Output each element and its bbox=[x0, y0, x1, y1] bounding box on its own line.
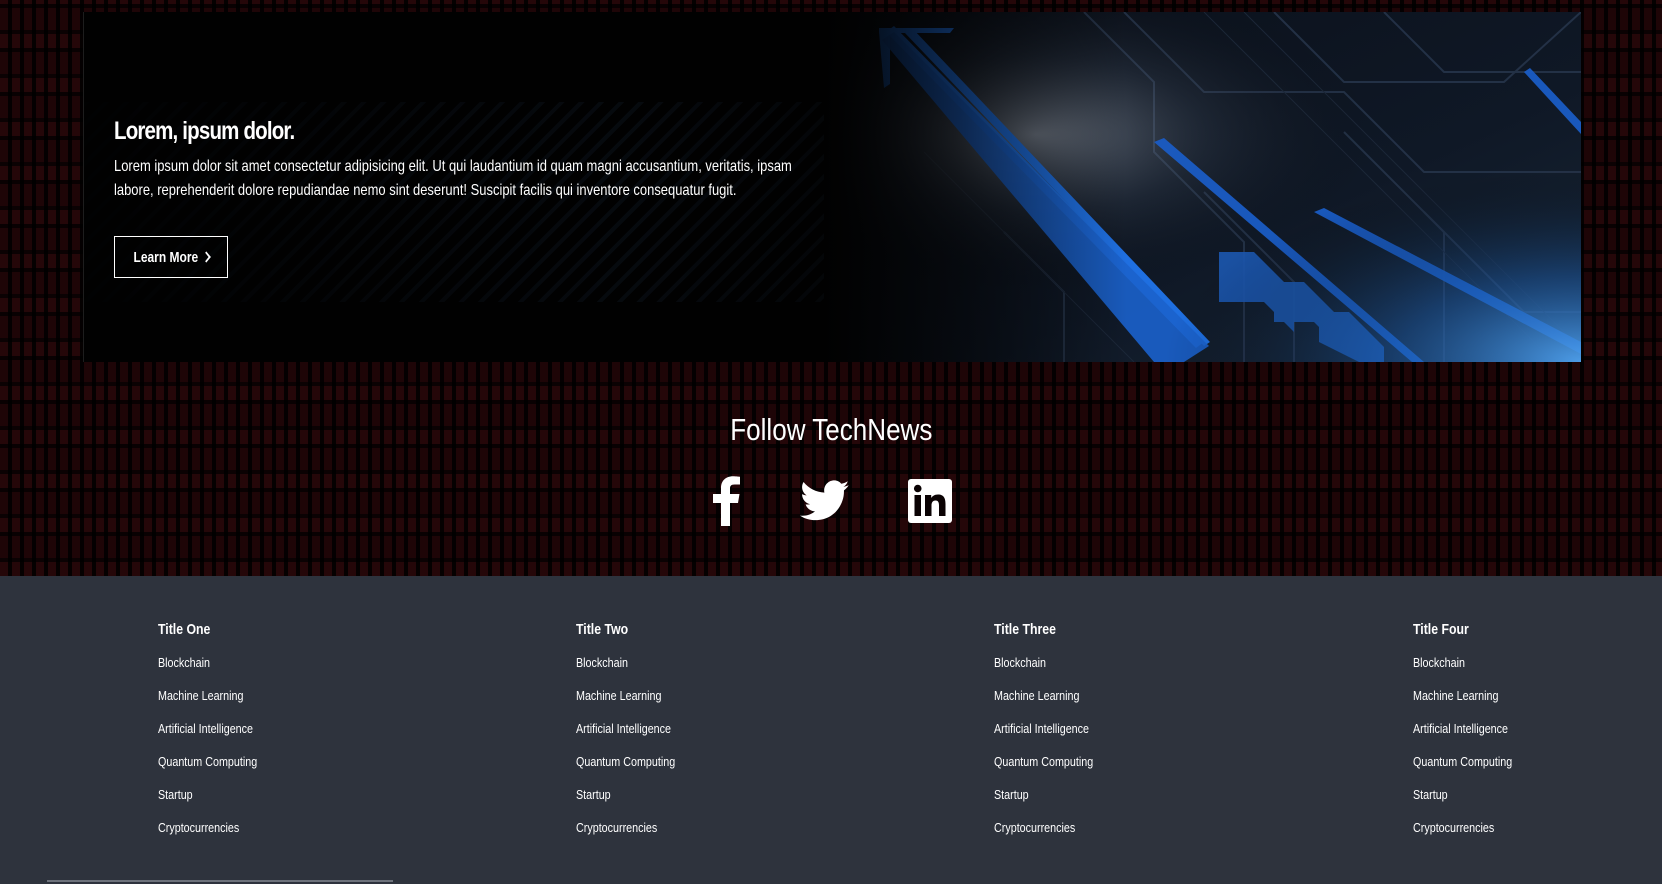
footer-link-artificial-intelligence[interactable]: Artificial Intelligence bbox=[994, 720, 1089, 738]
hero-description: Lorem ipsum dolor sit amet consectetur a… bbox=[114, 158, 792, 199]
footer-column-title: Title Four bbox=[1413, 621, 1469, 638]
footer-column-title: Title One bbox=[158, 621, 211, 638]
footer: Title One Blockchain Machine Learning Ar… bbox=[0, 576, 1662, 884]
footer-column-2: Title Two Blockchain Machine Learning Ar… bbox=[576, 620, 691, 852]
footer-link-artificial-intelligence[interactable]: Artificial Intelligence bbox=[576, 720, 671, 738]
facebook-icon[interactable] bbox=[712, 476, 740, 531]
footer-link-blockchain[interactable]: Blockchain bbox=[158, 654, 210, 672]
chevron-right-icon bbox=[201, 251, 211, 263]
hero-circuit-arrow-illustration bbox=[824, 12, 1581, 362]
footer-link-cryptocurrencies[interactable]: Cryptocurrencies bbox=[994, 819, 1075, 837]
footer-link-cryptocurrencies[interactable]: Cryptocurrencies bbox=[576, 819, 657, 837]
footer-link-blockchain[interactable]: Blockchain bbox=[1413, 654, 1465, 672]
footer-link-cryptocurrencies[interactable]: Cryptocurrencies bbox=[158, 819, 239, 837]
footer-link-blockchain[interactable]: Blockchain bbox=[576, 654, 628, 672]
footer-column-4: Title Four Blockchain Machine Learning A… bbox=[1413, 620, 1528, 852]
footer-link-artificial-intelligence[interactable]: Artificial Intelligence bbox=[158, 720, 253, 738]
follow-section: Follow TechNews bbox=[0, 410, 1662, 450]
follow-title: Follow TechNews bbox=[729, 412, 933, 447]
footer-link-machine-learning[interactable]: Machine Learning bbox=[994, 687, 1079, 705]
footer-link-artificial-intelligence[interactable]: Artificial Intelligence bbox=[1413, 720, 1508, 738]
hero-title: Lorem, ipsum dolor. bbox=[114, 117, 295, 145]
footer-link-startup[interactable]: Startup bbox=[994, 786, 1029, 804]
footer-column-title: Title Three bbox=[994, 621, 1056, 638]
footer-link-machine-learning[interactable]: Machine Learning bbox=[1413, 687, 1498, 705]
learn-more-label: Learn More bbox=[133, 248, 198, 266]
footer-link-list: Blockchain Machine Learning Artificial I… bbox=[158, 654, 273, 852]
footer-column-1: Title One Blockchain Machine Learning Ar… bbox=[158, 620, 273, 852]
social-links bbox=[0, 476, 1662, 526]
linkedin-icon[interactable] bbox=[908, 479, 952, 528]
footer-link-machine-learning[interactable]: Machine Learning bbox=[158, 687, 243, 705]
twitter-icon[interactable] bbox=[800, 480, 850, 527]
horizontal-scrollbar[interactable] bbox=[47, 880, 393, 882]
footer-column-3: Title Three Blockchain Machine Learning … bbox=[994, 620, 1109, 852]
footer-link-machine-learning[interactable]: Machine Learning bbox=[576, 687, 661, 705]
footer-link-quantum-computing[interactable]: Quantum Computing bbox=[576, 753, 675, 771]
footer-link-blockchain[interactable]: Blockchain bbox=[994, 654, 1046, 672]
footer-link-cryptocurrencies[interactable]: Cryptocurrencies bbox=[1413, 819, 1494, 837]
footer-link-quantum-computing[interactable]: Quantum Computing bbox=[994, 753, 1093, 771]
footer-link-list: Blockchain Machine Learning Artificial I… bbox=[1413, 654, 1528, 852]
learn-more-button[interactable]: Learn More bbox=[114, 236, 228, 278]
page: Lorem, ipsum dolor. Lorem ipsum dolor si… bbox=[0, 0, 1662, 884]
footer-link-quantum-computing[interactable]: Quantum Computing bbox=[1413, 753, 1512, 771]
footer-link-list: Blockchain Machine Learning Artificial I… bbox=[994, 654, 1109, 852]
footer-link-quantum-computing[interactable]: Quantum Computing bbox=[158, 753, 257, 771]
hero-content: Lorem, ipsum dolor. Lorem ipsum dolor si… bbox=[114, 116, 834, 203]
footer-link-startup[interactable]: Startup bbox=[1413, 786, 1448, 804]
footer-link-startup[interactable]: Startup bbox=[158, 786, 193, 804]
footer-link-list: Blockchain Machine Learning Artificial I… bbox=[576, 654, 691, 852]
footer-link-startup[interactable]: Startup bbox=[576, 786, 611, 804]
footer-column-title: Title Two bbox=[576, 621, 629, 638]
hero-banner: Lorem, ipsum dolor. Lorem ipsum dolor si… bbox=[83, 12, 1581, 362]
